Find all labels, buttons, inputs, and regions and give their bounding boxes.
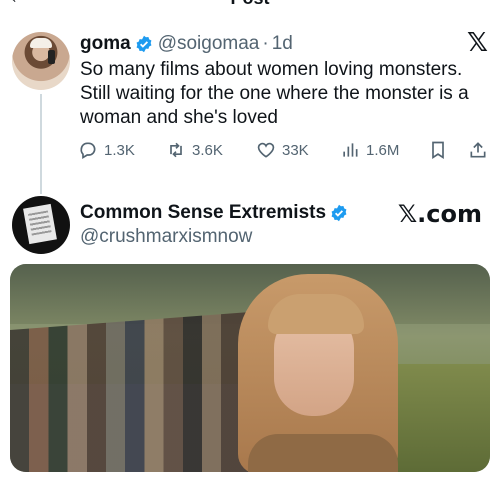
verified-badge-icon bbox=[331, 204, 347, 222]
reply-button[interactable]: 1.3K bbox=[78, 140, 135, 160]
handle[interactable]: @soigomaa bbox=[158, 33, 260, 55]
repost-button[interactable]: 3.6K bbox=[166, 140, 223, 160]
avatar[interactable] bbox=[12, 32, 70, 90]
views-count: 1.6M bbox=[366, 141, 400, 159]
avatar[interactable] bbox=[12, 196, 70, 254]
bookmark-button[interactable] bbox=[428, 140, 454, 160]
views-button[interactable]: 1.6M bbox=[340, 140, 399, 160]
quoted-account-card[interactable]: Common Sense Extremists @crushmarxismnow… bbox=[0, 188, 500, 488]
like-count: 33K bbox=[282, 141, 309, 159]
top-bar: ← Post bbox=[0, 0, 500, 8]
reply-icon bbox=[80, 142, 96, 159]
share-button[interactable] bbox=[468, 140, 494, 160]
like-button[interactable]: 33K bbox=[256, 140, 309, 160]
display-name[interactable]: Common Sense Extremists bbox=[80, 202, 326, 224]
verified-badge-icon bbox=[136, 35, 152, 53]
tweet-text: So many films about women loving monster… bbox=[80, 59, 469, 128]
separator: · bbox=[262, 33, 269, 54]
share-icon bbox=[470, 142, 486, 158]
tweet-header: Common Sense Extremists bbox=[80, 202, 353, 224]
page-title: Post bbox=[0, 0, 500, 9]
tweet-actions: 1.3K 3.6K 33K 1.6M bbox=[78, 140, 498, 162]
handle[interactable]: @crushmarxismnow bbox=[80, 226, 252, 248]
repost-icon bbox=[170, 142, 182, 158]
timestamp[interactable]: 1d bbox=[272, 33, 293, 55]
display-name[interactable]: goma bbox=[80, 33, 131, 55]
views-icon bbox=[343, 143, 358, 157]
repost-count: 3.6K bbox=[192, 141, 223, 159]
media-image[interactable] bbox=[10, 264, 490, 472]
tweet-post[interactable]: goma @soigomaa · 1d 𝕏 So many films abou… bbox=[0, 22, 500, 194]
reply-count: 1.3K bbox=[104, 141, 135, 159]
x-logo-icon: 𝕏 bbox=[467, 28, 488, 58]
tweet-header: goma @soigomaa · 1d bbox=[80, 32, 293, 56]
thread-line bbox=[40, 94, 42, 194]
bookmark-icon bbox=[432, 141, 444, 160]
heart-icon bbox=[257, 142, 275, 158]
x-com-logo-icon: 𝕏.com bbox=[397, 200, 482, 228]
